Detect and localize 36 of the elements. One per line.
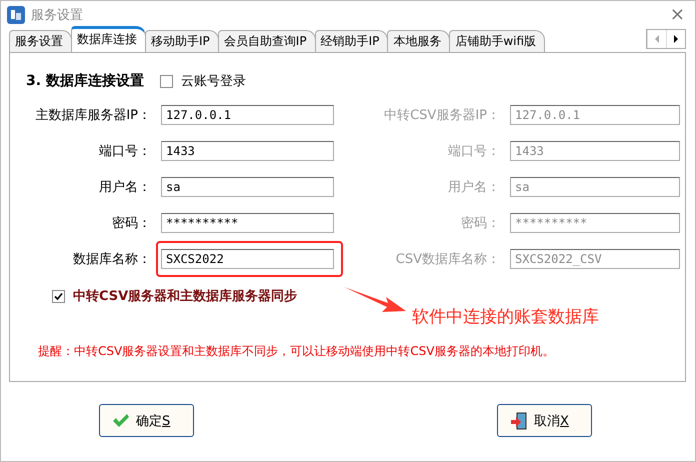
field-label: 密码： xyxy=(111,215,151,232)
hint-text: 提醒：中转CSV服务器设置和主数据库不同步，可以让移动端使用中转CSV服务器的本地打印机。 xyxy=(37,343,556,360)
input-field[interactable]: 127.0.0.1 xyxy=(161,105,334,125)
section-title: 3. 数据库连接设置 xyxy=(26,72,144,90)
input-field[interactable]: ********** xyxy=(161,213,334,233)
field-label: 主数据库服务器IP： xyxy=(34,107,151,124)
checkbox-label: 云账号登录 xyxy=(180,73,246,90)
cloud-login-checkbox[interactable] xyxy=(160,74,173,88)
ok-button[interactable]: 确定S xyxy=(99,404,194,437)
tab[interactable]: 服务设置 xyxy=(9,30,72,52)
close-button[interactable]: × xyxy=(666,4,689,25)
field-label: 密码： xyxy=(460,215,500,232)
field-label: 中转CSV服务器IP： xyxy=(383,107,500,124)
field-label: 用户名： xyxy=(447,179,500,196)
field-label: 用户名： xyxy=(98,179,151,196)
input-field[interactable]: 1433 xyxy=(161,141,334,161)
cancel-button[interactable]: 取消X xyxy=(497,404,592,437)
exit-door-icon xyxy=(510,412,528,430)
annotation-arrow xyxy=(344,285,406,315)
check-icon xyxy=(112,412,130,428)
checkbox-label: 中转CSV服务器和主数据库服务器同步 xyxy=(73,288,298,305)
window-title: 服务设置 xyxy=(31,6,84,24)
tab[interactable]: 店铺助手wifi版 xyxy=(449,30,546,52)
field-label: 端口号： xyxy=(98,143,151,160)
field-label: CSV数据库名称： xyxy=(394,251,500,268)
input-field[interactable]: sa xyxy=(161,177,334,197)
annotation-text: 软件中连接的账套数据库 xyxy=(412,306,599,328)
tab[interactable]: 经销助手IP xyxy=(314,30,388,52)
sync-checkbox[interactable] xyxy=(52,290,65,302)
tab[interactable]: 会员自助查询IP xyxy=(218,30,316,52)
field-label: 端口号： xyxy=(447,143,500,160)
tab[interactable]: 本地服务 xyxy=(387,30,450,52)
app-icon xyxy=(7,6,25,24)
tab[interactable]: 移动助手IP xyxy=(145,30,219,52)
field-label: 数据库名称： xyxy=(72,251,151,268)
input-field[interactable]: SXCS2022 xyxy=(161,249,334,269)
